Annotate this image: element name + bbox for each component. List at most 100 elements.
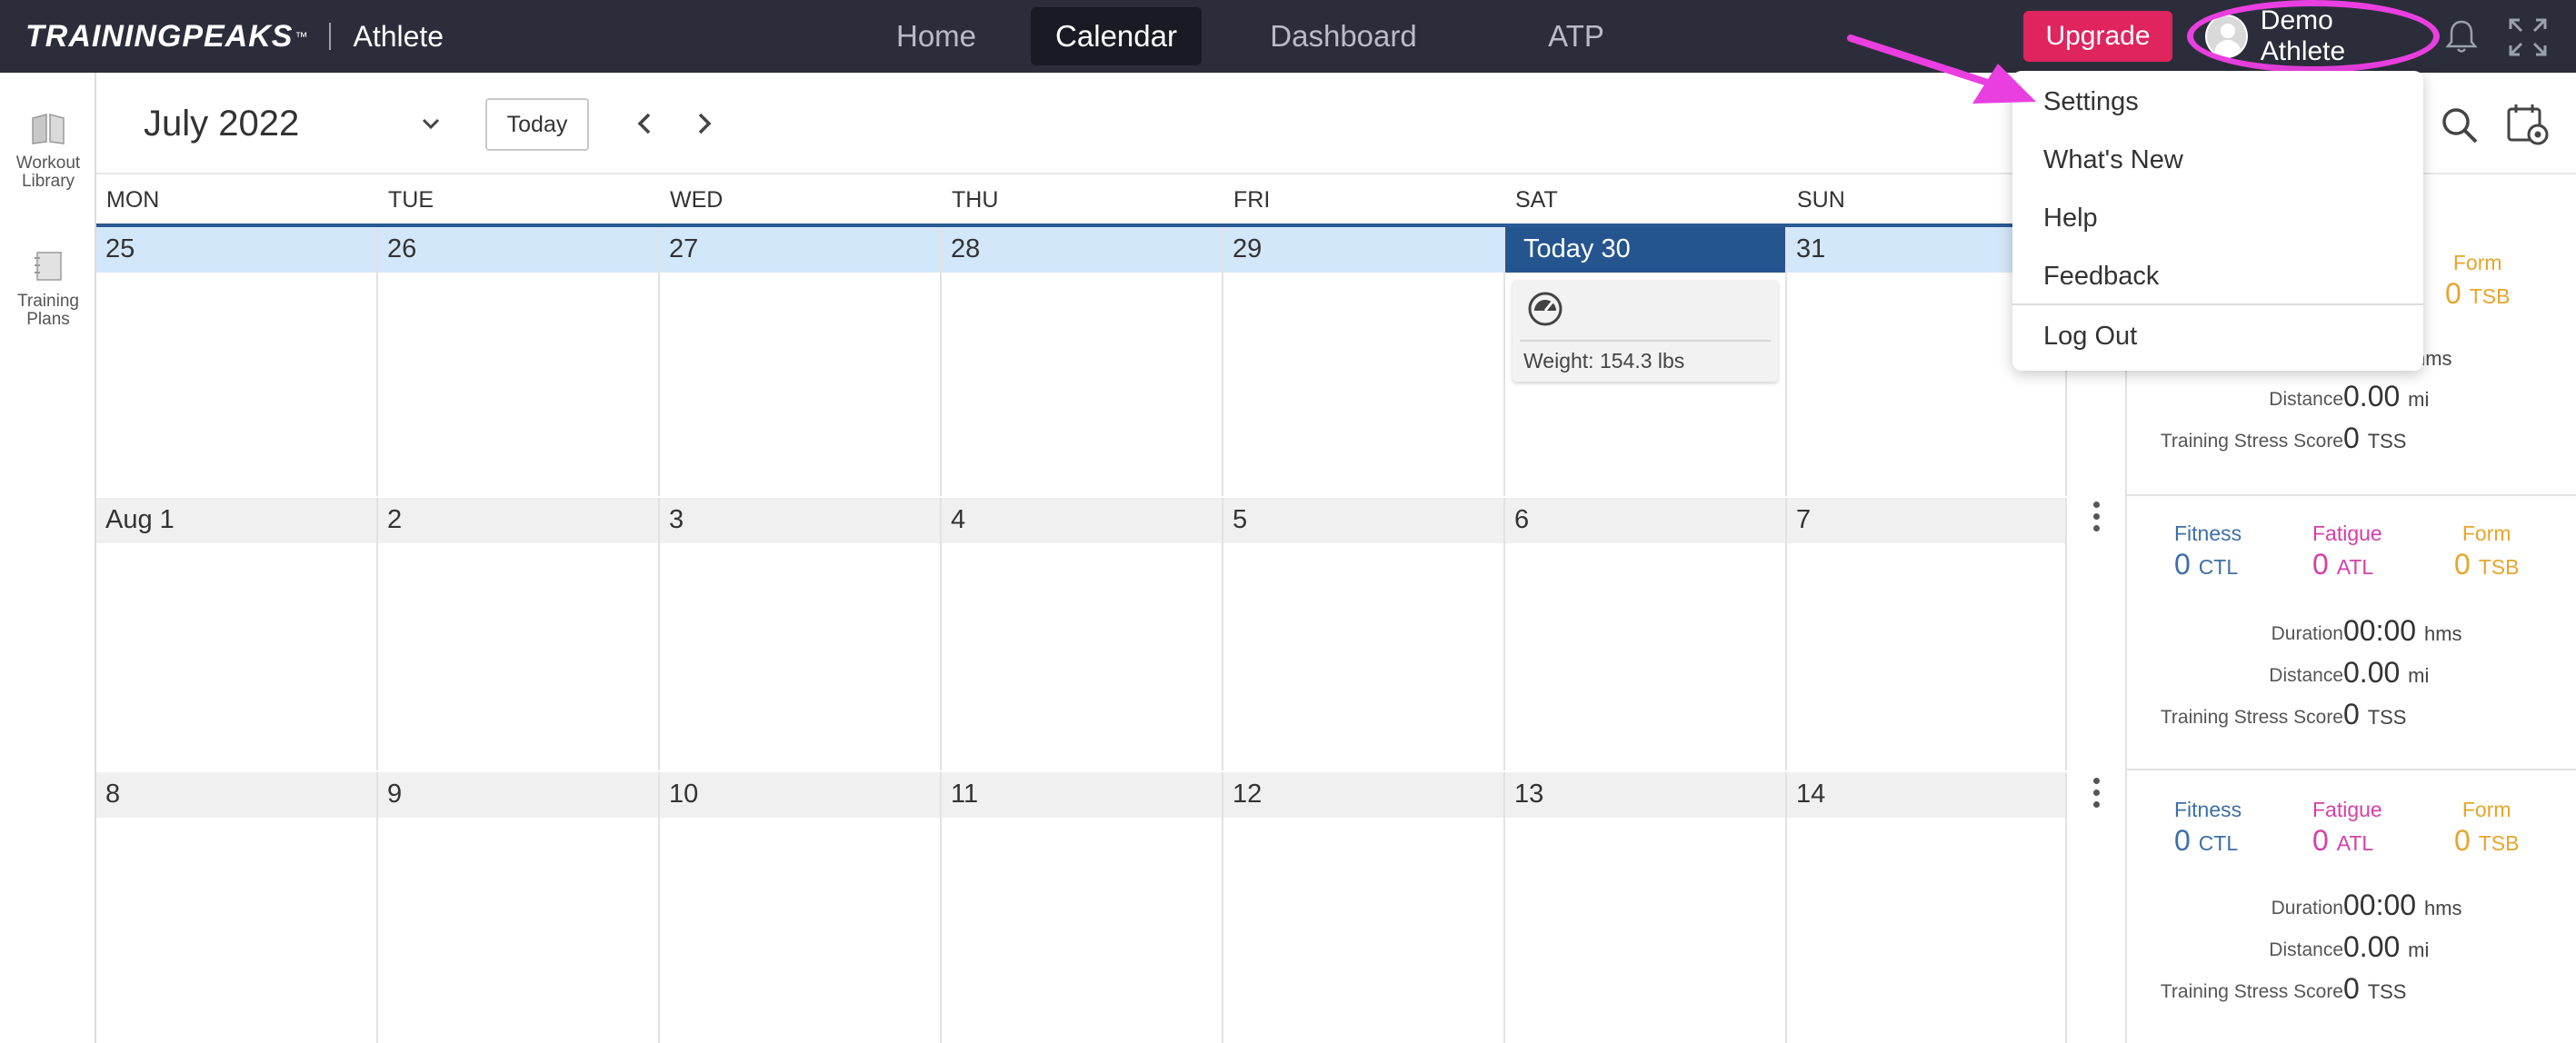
day-cell[interactable]: 25	[96, 227, 378, 496]
menu-item-feedback[interactable]: Feedback	[2043, 262, 2159, 292]
day-cell[interactable]: 6	[1505, 498, 1787, 770]
chevron-left-icon[interactable]	[629, 107, 662, 140]
fitness-unit: CTL	[2198, 555, 2239, 579]
fatigue-unit: ATL	[2336, 831, 2374, 855]
tab-atp[interactable]: ATP	[1522, 7, 1631, 65]
day-cell[interactable]: 27	[660, 227, 942, 496]
chevron-down-icon[interactable]	[418, 111, 444, 136]
form-value: 0	[2454, 824, 2471, 857]
day-number: 2	[378, 498, 658, 543]
sidebar-item-workout-library[interactable]: Workout Library	[0, 113, 96, 191]
week-summary[interactable]: Fitness 0 CTL Fatigue 0 ATL Form 0 TSB D…	[2125, 498, 2576, 770]
fatigue-value: 0	[2312, 824, 2329, 857]
week-summary[interactable]: Fitness 0 CTL Fatigue 0 ATL Form 0 TSB D…	[2125, 772, 2576, 1043]
fitness-unit: CTL	[2198, 831, 2239, 855]
search-icon[interactable]	[2438, 104, 2481, 147]
day-cell[interactable]: 14	[1787, 772, 2067, 1043]
fatigue-unit: ATL	[2336, 555, 2374, 579]
day-cell[interactable]: 12	[1223, 772, 1505, 1043]
weekday-sat: SAT	[1515, 187, 1558, 213]
form-unit: TSB	[2478, 555, 2520, 579]
tab-calendar[interactable]: Calendar	[1031, 7, 1202, 65]
menu-item-log-out[interactable]: Log Out	[2043, 322, 2137, 352]
weekday-fri: FRI	[1233, 187, 1271, 213]
tss-value: 0	[2343, 972, 2360, 1005]
today-label: Today 30	[1505, 227, 1785, 273]
menu-item-settings[interactable]: Settings	[2043, 87, 2139, 117]
day-number: 13	[1505, 772, 1785, 818]
month-label[interactable]: July 2022	[144, 104, 299, 144]
fatigue-metric: Fatigue 0 ATL	[2312, 522, 2382, 581]
distance-unit: mi	[2408, 388, 2430, 411]
sidebar-item-training-plans[interactable]: Training Plans	[0, 249, 96, 329]
form-metric: Form 0 TSB	[2454, 798, 2519, 858]
menu-item-help[interactable]: Help	[2043, 204, 2098, 233]
day-cell[interactable]: 29	[1223, 227, 1505, 496]
today-button[interactable]: Today	[485, 98, 589, 151]
day-cell[interactable]: 10	[660, 772, 942, 1043]
user-name: Demo Athlete	[2260, 5, 2346, 66]
distance-unit: mi	[2408, 664, 2430, 687]
menu-item-whats-new[interactable]: What's New	[2043, 145, 2183, 175]
sidebar-label-line1: Workout	[15, 154, 81, 173]
day-cell[interactable]: 8	[96, 772, 378, 1043]
day-cell[interactable]: 5	[1223, 498, 1505, 770]
fatigue-label: Fatigue	[2312, 798, 2382, 821]
weekday-thu: THU	[952, 187, 999, 213]
left-sidebar: Workout Library Training Plans	[0, 73, 96, 1043]
logo[interactable]: TRAININGPEAKS ™ Athlete	[25, 16, 444, 56]
day-number: 27	[660, 227, 940, 273]
sidebar-label-line2: Library	[21, 172, 75, 191]
user-menu-button[interactable]: Demo Athlete	[2198, 5, 2420, 66]
form-value: 0	[2454, 548, 2471, 581]
gauge-icon	[1528, 292, 1563, 326]
day-number: 4	[942, 498, 1222, 543]
duration-label: Duration	[2271, 898, 2343, 919]
main-nav: Home Calendar Dashboard ATP	[864, 7, 1631, 65]
form-label: Form	[2461, 798, 2511, 821]
day-cell[interactable]: 11	[942, 772, 1223, 1043]
fatigue-value: 0	[2312, 548, 2329, 581]
day-cell[interactable]: 7	[1787, 498, 2067, 770]
tss-unit: TSS	[2367, 430, 2407, 452]
form-value: 0	[2445, 277, 2461, 310]
calendar-settings-icon[interactable]	[2505, 102, 2551, 147]
day-number: 11	[942, 772, 1222, 818]
tss-unit: TSS	[2367, 980, 2407, 1003]
day-number: 25	[96, 227, 376, 273]
week-options-button[interactable]	[2085, 502, 2107, 541]
tab-home[interactable]: Home	[864, 7, 1009, 65]
duration-value: 00:00	[2343, 889, 2417, 921]
tss-label: Training Stress Score	[2160, 431, 2343, 452]
weight-metric-card[interactable]: Weight: 154.3 lbs	[1513, 280, 1778, 382]
tab-dashboard[interactable]: Dashboard	[1243, 7, 1443, 65]
weight-value: Weight: 154.3 lbs	[1523, 349, 1685, 372]
day-number: 7	[1787, 498, 2065, 543]
book-icon	[32, 114, 65, 144]
sidebar-label-line1: Training	[17, 292, 79, 311]
day-cell[interactable]: 2	[378, 498, 660, 770]
tss-label: Training Stress Score	[2160, 707, 2343, 728]
day-number: 28	[942, 227, 1222, 273]
fitness-value: 0	[2174, 824, 2191, 857]
bell-icon[interactable]	[2441, 16, 2481, 56]
day-number: 6	[1505, 498, 1785, 543]
user-dropdown-menu: Settings What's New Help Feedback Log Ou…	[2012, 71, 2423, 371]
day-cell[interactable]: 3	[660, 498, 942, 770]
upgrade-button[interactable]: Upgrade	[2023, 11, 2172, 62]
avatar	[2205, 15, 2248, 58]
day-number: 10	[660, 772, 940, 818]
day-cell[interactable]: 4	[942, 498, 1223, 770]
day-cell[interactable]: 13	[1505, 772, 1787, 1043]
day-cell[interactable]: 28	[942, 227, 1223, 496]
day-cell[interactable]: Aug 1	[96, 498, 378, 770]
distance-label: Distance	[2269, 665, 2343, 686]
chevron-right-icon[interactable]	[687, 107, 720, 140]
fullscreen-icon[interactable]	[2507, 16, 2549, 58]
plans-icon	[35, 252, 62, 281]
menu-divider	[2012, 303, 2423, 305]
day-cell[interactable]: 26	[378, 227, 660, 496]
day-cell[interactable]: 9	[378, 772, 660, 1043]
week-options-button[interactable]	[2085, 778, 2107, 818]
weekday-wed: WED	[670, 187, 724, 213]
